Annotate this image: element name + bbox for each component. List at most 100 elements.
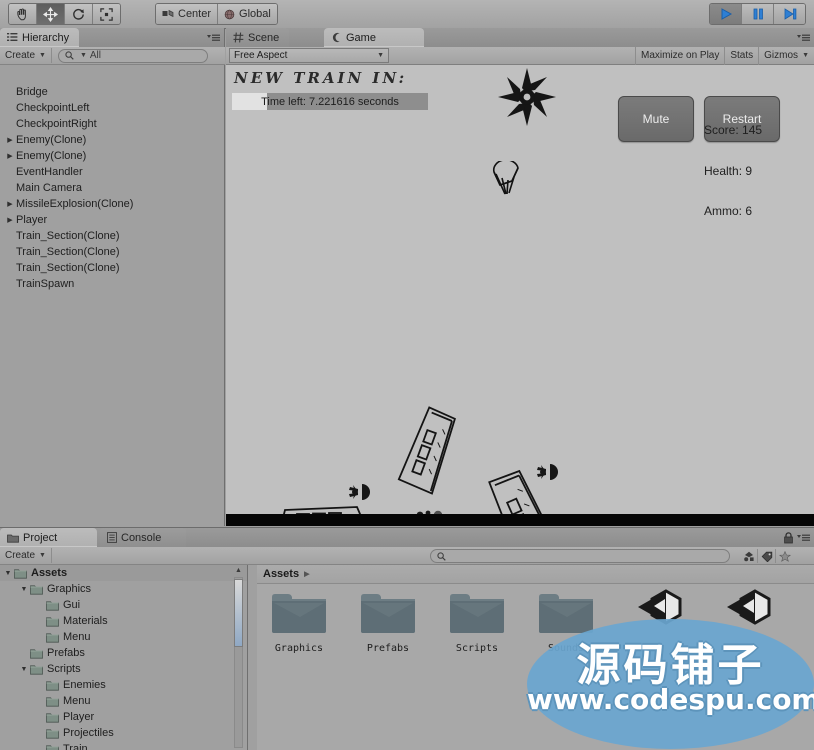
expanded-arrow-icon[interactable]: ▼ (18, 666, 30, 673)
hierarchy-icon (7, 32, 18, 43)
expand-arrow-icon[interactable]: ▶ (4, 136, 16, 144)
project-tree-item-label: Menu (63, 695, 91, 707)
hierarchy-item[interactable]: ▶CheckpointRight (0, 116, 224, 132)
hand-tool-button[interactable] (9, 4, 37, 24)
score-readout: Score: 145 (704, 123, 762, 137)
asset-scene-item[interactable] (712, 587, 776, 654)
project-tree-item[interactable]: ▶Menu (0, 629, 247, 645)
project-tree-item[interactable]: ▼Assets (0, 565, 247, 581)
filter-by-label-button[interactable] (758, 549, 776, 563)
project-asset-browser[interactable]: Assets ▶ Graphics Prefabs Scripts Sounds (257, 565, 814, 750)
search-icon (65, 51, 74, 60)
hierarchy-item[interactable]: ▶Train_Section(Clone) (0, 228, 224, 244)
project-create-button[interactable]: Create ▼ (0, 548, 52, 563)
expanded-arrow-icon[interactable]: ▼ (2, 570, 14, 577)
hierarchy-item[interactable]: ▶CheckpointLeft (0, 100, 224, 116)
hierarchy-tree[interactable]: ▶Bridge▶CheckpointLeft▶CheckpointRight▶E… (0, 84, 224, 526)
asset-folder-item[interactable]: Graphics (267, 587, 331, 654)
filter-by-favorite-button[interactable] (776, 549, 793, 563)
game-render-canvas[interactable]: NEW TRAIN IN: Time left: 7.221616 second… (226, 65, 814, 526)
pause-button[interactable] (742, 4, 774, 24)
space-mode-button[interactable]: Global (218, 4, 277, 24)
project-tree-item[interactable]: ▶Enemies (0, 677, 247, 693)
expand-arrow-icon[interactable]: ▶ (4, 216, 16, 224)
lock-button[interactable] (783, 532, 794, 547)
project-search-input[interactable] (430, 549, 730, 563)
project-tree-item[interactable]: ▶Menu (0, 693, 247, 709)
project-panel-menu-button[interactable] (797, 532, 811, 543)
folder-icon-wrap (46, 616, 59, 627)
scale-tool-button[interactable] (93, 4, 120, 24)
expand-arrow-icon[interactable]: ▶ (4, 152, 16, 160)
asset-folder-item[interactable]: Prefabs (356, 587, 420, 654)
hierarchy-search-input[interactable]: ▼ All (58, 49, 208, 63)
hierarchy-item[interactable]: ▶Enemy(Clone) (0, 132, 224, 148)
expanded-arrow-icon[interactable]: ▼ (18, 586, 30, 593)
tab-console[interactable]: Console (100, 528, 186, 547)
project-folder-tree[interactable]: ▼Assets▼Graphics▶Gui▶Materials▶Menu▶Pref… (0, 565, 248, 750)
aspect-ratio-dropdown[interactable]: Free Aspect ▼ (229, 48, 389, 63)
tab-project[interactable]: Project (0, 528, 97, 547)
project-tree-item[interactable]: ▶Materials (0, 613, 247, 629)
project-tree-item[interactable]: ▶Player (0, 709, 247, 725)
project-tree-item-label: Projectiles (63, 727, 114, 739)
asset-grid: Graphics Prefabs Scripts Sounds (267, 587, 776, 654)
asset-folder-item[interactable]: Sounds (534, 587, 598, 654)
folder-icon (46, 680, 59, 691)
scrollbar-thumb[interactable] (234, 579, 243, 647)
gameview-panel-menu-button[interactable] (797, 32, 811, 43)
hierarchy-item[interactable]: ▶TrainSpawn (0, 276, 224, 292)
step-button[interactable] (774, 4, 805, 24)
maximize-on-play-button[interactable]: Maximize on Play (635, 47, 724, 65)
folder-icon (14, 568, 27, 579)
hierarchy-create-button[interactable]: Create ▼ (0, 48, 52, 63)
project-tree-item[interactable]: ▶Projectiles (0, 725, 247, 741)
filter-by-type-button[interactable] (740, 549, 758, 563)
move-icon (43, 7, 58, 22)
mute-button[interactable]: Mute (618, 96, 694, 142)
folder-icon-wrap (46, 632, 59, 643)
folder-icon-wrap (46, 680, 59, 691)
rotate-tool-button[interactable] (65, 4, 93, 24)
aspect-ratio-label: Free Aspect (234, 50, 287, 61)
search-filter-chevron-icon: ▼ (80, 52, 87, 59)
stats-button[interactable]: Stats (724, 47, 758, 65)
project-tree-item-label: Prefabs (47, 647, 85, 659)
folder-icon (46, 696, 59, 707)
asset-thumbnail (715, 587, 773, 638)
project-tree-item[interactable]: ▼Graphics (0, 581, 247, 597)
hierarchy-item[interactable]: ▶Bridge (0, 84, 224, 100)
hierarchy-item[interactable]: ▶Player (0, 212, 224, 228)
breadcrumb[interactable]: Assets ▶ (257, 565, 814, 584)
panel-menu-icon (207, 32, 221, 43)
hierarchy-item[interactable]: ▶EventHandler (0, 164, 224, 180)
pause-icon (750, 7, 766, 21)
scale-icon (99, 7, 114, 22)
play-button[interactable] (710, 4, 742, 24)
chevron-down-icon: ▼ (39, 552, 46, 559)
expand-arrow-icon[interactable]: ▶ (4, 200, 16, 208)
hierarchy-panel: Hierarchy Create ▼ ▼ (0, 28, 225, 526)
hierarchy-item[interactable]: ▶Train_Section(Clone) (0, 260, 224, 276)
project-tree-scrollbar[interactable]: ▲ (233, 567, 244, 748)
hierarchy-panel-menu-button[interactable] (207, 32, 221, 43)
tab-scene[interactable]: Scene (226, 28, 289, 47)
asset-scene-item[interactable] (623, 587, 687, 654)
hierarchy-item[interactable]: ▶MissileExplosion(Clone) (0, 196, 224, 212)
move-tool-button[interactable] (37, 4, 65, 24)
hierarchy-item[interactable]: ▶Main Camera (0, 180, 224, 196)
tab-hierarchy[interactable]: Hierarchy (0, 28, 79, 47)
pivot-mode-button[interactable]: Center (156, 4, 218, 24)
gizmos-button[interactable]: Gizmos ▼ (758, 47, 814, 65)
tab-game[interactable]: Game (324, 28, 424, 47)
asset-folder-item[interactable]: Scripts (445, 587, 509, 654)
project-tree-item[interactable]: ▼Scripts (0, 661, 247, 677)
folder-icon (537, 587, 595, 635)
mute-label: Mute (643, 112, 670, 126)
hierarchy-item[interactable]: ▶Enemy(Clone) (0, 148, 224, 164)
project-tree-item[interactable]: ▶Prefabs (0, 645, 247, 661)
folder-icon-wrap (46, 712, 59, 723)
unity-scene-icon (626, 587, 684, 635)
project-tree-item[interactable]: ▶Gui (0, 597, 247, 613)
hierarchy-item[interactable]: ▶Train_Section(Clone) (0, 244, 224, 260)
